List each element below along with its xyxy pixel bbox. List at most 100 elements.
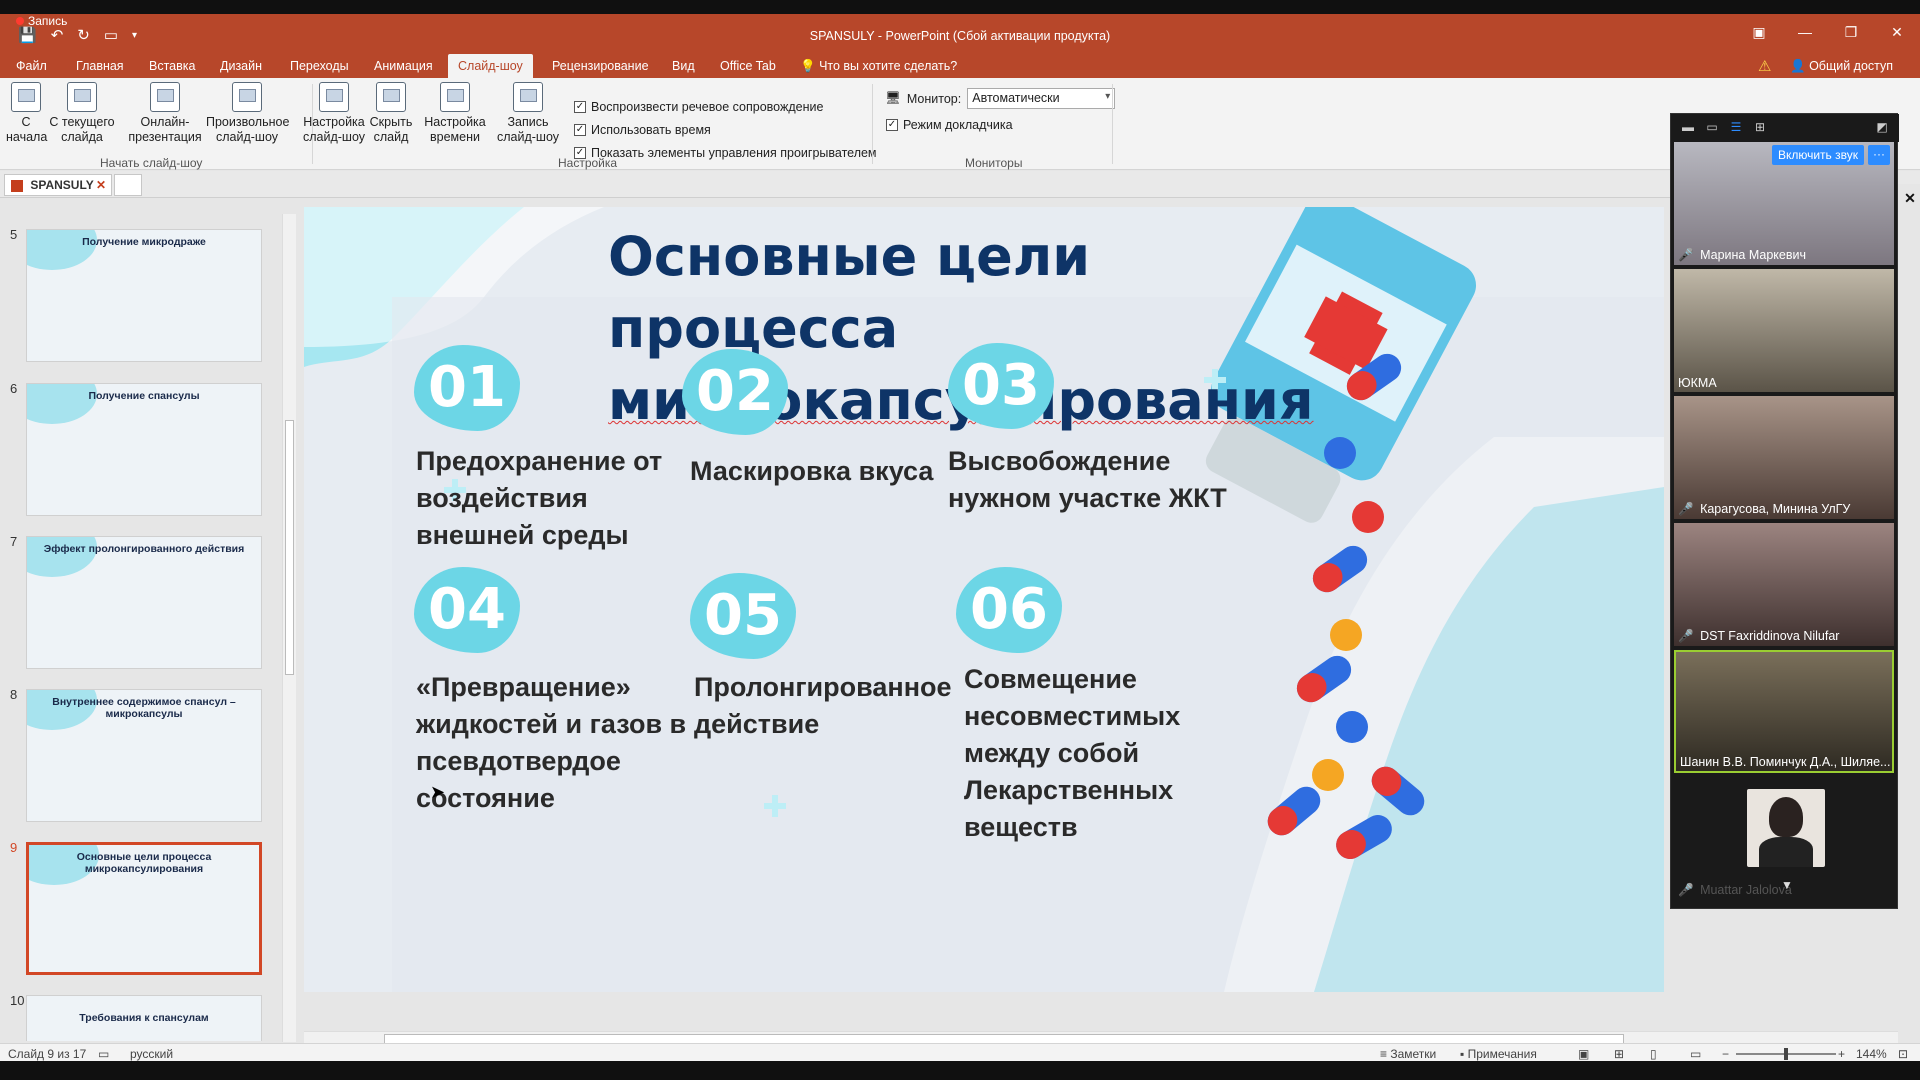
new-tab-button[interactable]	[114, 174, 142, 196]
zoom-level[interactable]: 144%	[1856, 1047, 1887, 1061]
thumbnail-number: 7	[10, 534, 18, 549]
online-presentation-button[interactable]: Онлайн-презентация	[124, 82, 206, 145]
tab-animation[interactable]: Анимация	[364, 54, 443, 78]
video-tile[interactable]: ЮКМА	[1674, 269, 1894, 392]
zoom-in-icon[interactable]: +	[1838, 1047, 1845, 1061]
rehearse-timings-label: Настройка времени	[424, 115, 486, 144]
comments-button[interactable]: ▪ Примечания	[1460, 1047, 1537, 1061]
lightbulb-icon: 💡	[800, 59, 816, 73]
unmute-button[interactable]: Включить звук	[1771, 145, 1864, 165]
slideshow-view-icon[interactable]: ▭	[1690, 1047, 1701, 1061]
goal-number-badge: 03	[948, 343, 1054, 429]
close-icon[interactable]: ✕	[1874, 24, 1920, 41]
vertical-scrollbar[interactable]	[1898, 184, 1920, 1046]
title-bar: Запись 💾 ↶ ↻ ▭ ▾ SPANSULY - PowerPoint (…	[0, 14, 1920, 54]
zoom-slider-knob[interactable]	[1784, 1048, 1788, 1060]
slide-thumbnail[interactable]: Эффект пролонгированного действия	[26, 536, 262, 669]
participant-name: Шанин В.В. Поминчук Д.А., Шиляе...	[1680, 755, 1891, 769]
spellcheck-icon[interactable]: ▭	[98, 1047, 109, 1061]
ribbon: С начала С текущего слайда Онлайн-презен…	[0, 78, 1920, 170]
close-pane-icon[interactable]: ✕	[1902, 190, 1918, 206]
minimize-icon[interactable]: ▬	[1681, 120, 1695, 134]
thumbnail-title: Получение спансулы	[88, 390, 200, 402]
thumbnail-title: Внутреннее содержимое спансул – микрокап…	[52, 696, 236, 720]
close-tab-icon[interactable]: ✕	[96, 175, 106, 195]
from-start-button[interactable]: С начала	[6, 82, 48, 145]
tab-view[interactable]: Вид	[662, 54, 705, 78]
muted-mic-icon: 🎤	[1678, 502, 1694, 516]
thumbnail-scrollbar[interactable]	[282, 214, 296, 1042]
tab-insert[interactable]: Вставка	[139, 54, 205, 78]
video-tile[interactable]: 🎤 Карагусова, Минина УлГУ	[1674, 396, 1894, 519]
tab-home[interactable]: Главная	[66, 54, 134, 78]
goal-text: Совмещение несовместимых между собой Лек…	[964, 664, 1181, 842]
from-current-button[interactable]: С текущего слайда	[48, 82, 116, 145]
goal-number-badge: 01	[414, 345, 520, 431]
fit-to-window-icon[interactable]: ⊡	[1898, 1047, 1908, 1061]
presenter-view-label: Режим докладчика	[903, 118, 1013, 132]
checkmark-icon: ✓	[574, 124, 586, 136]
thumbnail-number: 8	[10, 687, 18, 702]
ribbon-display-icon[interactable]: ▣	[1736, 24, 1782, 41]
thumbnail-title: Основные цели процесса микрокапсулирован…	[76, 851, 212, 875]
scrollbar-thumb[interactable]	[285, 420, 294, 675]
tab-slideshow[interactable]: Слайд-шоу	[448, 54, 533, 78]
goal-text-content: «Превращение» жидкостей и газов в псевдо…	[416, 672, 687, 813]
thumbnail-number: 5	[10, 227, 18, 242]
custom-slideshow-button[interactable]: Произвольное слайд-шоу	[206, 82, 290, 145]
record-slideshow-button[interactable]: Запись слайд-шоу	[488, 82, 568, 145]
monitor-select[interactable]: Автоматически	[967, 88, 1116, 109]
rehearse-timings-icon	[440, 82, 470, 112]
normal-view-icon[interactable]: ▣	[1578, 1047, 1589, 1061]
tab-file[interactable]: Файл	[6, 54, 57, 78]
exit-panel-icon[interactable]: ◩	[1875, 120, 1889, 134]
thumbnail-view-icon[interactable]: ▭	[1705, 120, 1719, 134]
document-tab[interactable]: SPANSULY ✕	[4, 174, 112, 196]
current-slide[interactable]: Основные цели процесса микрокапсулирован…	[304, 207, 1664, 992]
online-presentation-label: Онлайн-презентация	[128, 115, 202, 144]
use-timings-checkbox[interactable]: ✓ Использовать время	[574, 123, 711, 137]
slide-thumbnail-selected[interactable]: Основные цели процесса микрокапсулирован…	[26, 842, 262, 975]
zoom-out-icon[interactable]: −	[1722, 1047, 1729, 1061]
slide-thumbnail[interactable]: Требования к спансулам	[26, 995, 262, 1041]
share-button[interactable]: 👤 Общий доступ	[1790, 54, 1893, 78]
slide-thumbnail[interactable]: Внутреннее содержимое спансул – микрокап…	[26, 689, 262, 822]
video-tile[interactable]: Включить звук ··· 🎤 Марина Маркевич	[1674, 142, 1894, 265]
show-media-controls-checkbox[interactable]: ✓ Показать элементы управления проигрыва…	[574, 146, 877, 160]
slide-sorter-icon[interactable]: ⊞	[1614, 1047, 1624, 1061]
hide-slide-button[interactable]: Скрыть слайд	[366, 82, 416, 145]
rehearse-timings-button[interactable]: Настройка времени	[420, 82, 490, 145]
language-indicator[interactable]: русский	[130, 1047, 173, 1061]
minimize-icon[interactable]: —	[1782, 24, 1828, 41]
goal-text: Высвобождение нужном участке ЖКТ	[948, 446, 1227, 513]
tab-design[interactable]: Дизайн	[210, 54, 272, 78]
status-bar: Слайд 9 из 17 ▭ русский ≡ Заметки ▪ Прим…	[0, 1043, 1920, 1061]
user-icon: 👤	[1790, 59, 1806, 73]
tab-office-tab[interactable]: Office Tab	[710, 54, 786, 78]
restore-icon[interactable]: ❐	[1828, 24, 1874, 41]
slide-thumbnail[interactable]: Получение спансулы	[26, 383, 262, 516]
video-tile[interactable]: 🎤 Muattar Jalolova ▼	[1674, 777, 1894, 900]
setup-slideshow-button[interactable]: Настройка слайд-шоу	[302, 82, 366, 145]
from-start-label: С начала	[6, 115, 48, 144]
tab-transitions[interactable]: Переходы	[280, 54, 359, 78]
warning-icon[interactable]: ⚠	[1758, 57, 1771, 75]
notes-button[interactable]: ≡ Заметки	[1380, 1047, 1436, 1061]
setup-slideshow-icon	[319, 82, 349, 112]
participant-name: Muattar Jalolova	[1700, 883, 1792, 897]
video-tile-active-speaker[interactable]: Шанин В.В. Поминчук Д.А., Шиляе...	[1674, 650, 1894, 773]
play-narrations-checkbox[interactable]: ✓ Воспроизвести речевое сопровождение	[574, 100, 823, 114]
slide-thumbnail-pane: 5 Получение микродраже 6 Получение спанс…	[0, 199, 290, 1041]
video-tile[interactable]: 🎤 DST Faxriddinova Nilufar	[1674, 523, 1894, 646]
grid-view-icon[interactable]: ⊞	[1753, 120, 1767, 134]
chevron-down-icon[interactable]: ▼	[1781, 878, 1793, 892]
more-options-icon[interactable]: ···	[1868, 145, 1890, 165]
slide-thumbnail[interactable]: Получение микродраже	[26, 229, 262, 362]
strip-view-icon[interactable]: ☰	[1729, 120, 1743, 134]
tab-review[interactable]: Рецензирование	[542, 54, 659, 78]
tell-me-search[interactable]: 💡 Что вы хотите сделать?	[800, 54, 957, 78]
hide-slide-label: Скрыть слайд	[369, 115, 413, 144]
reading-view-icon[interactable]: ▯	[1650, 1047, 1657, 1061]
custom-slideshow-label: Произвольное слайд-шоу	[206, 115, 290, 144]
presenter-view-checkbox[interactable]: ✓ Режим докладчика	[886, 118, 1013, 132]
